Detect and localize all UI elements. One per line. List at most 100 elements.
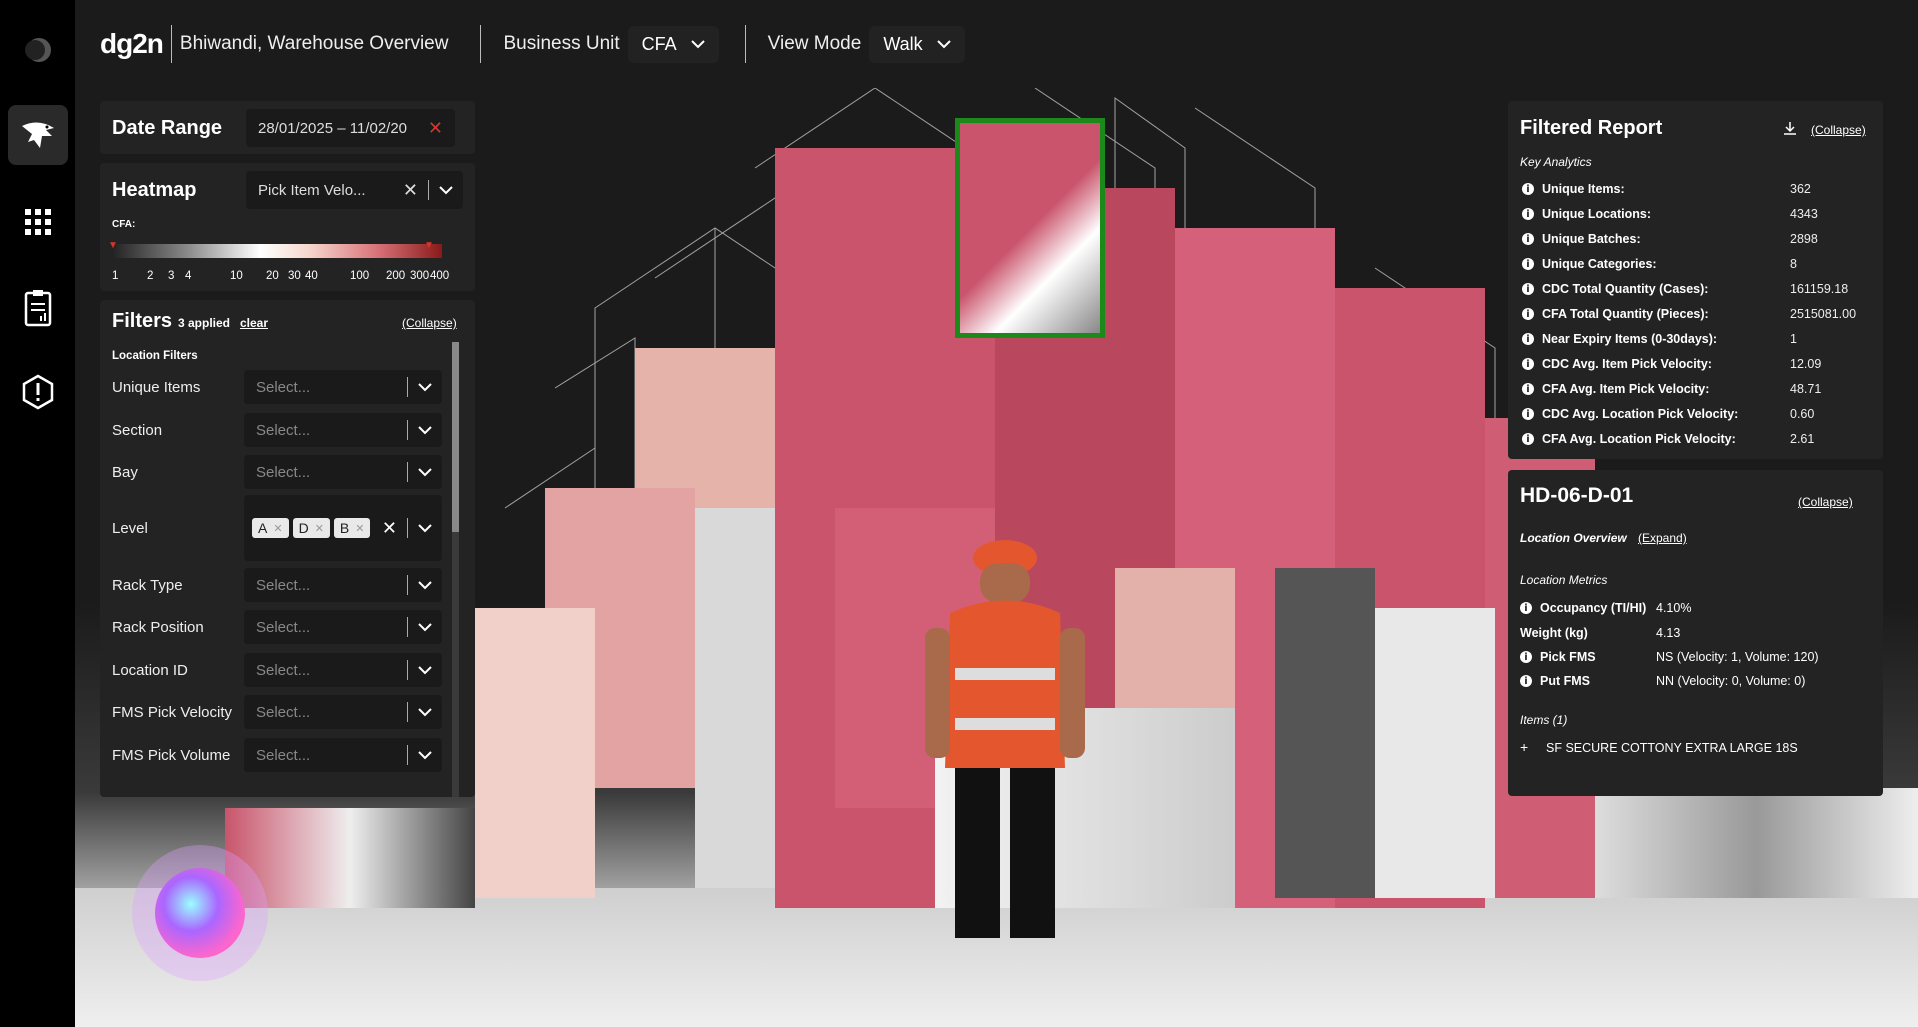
info-icon[interactable]: i — [1522, 408, 1534, 420]
chip-label: B — [339, 520, 350, 536]
report-row: i CFA Avg. Item Pick Velocity: — [1522, 382, 1709, 396]
info-icon[interactable]: i — [1522, 283, 1534, 295]
item-name[interactable]: SF SECURE COTTONY EXTRA LARGE 18S — [1546, 741, 1798, 755]
report-value: 161159.18 — [1790, 282, 1849, 296]
info-icon[interactable]: i — [1520, 675, 1532, 687]
report-row: i CDC Avg. Item Pick Velocity: — [1522, 357, 1712, 371]
level-chip[interactable]: A ✕ — [252, 518, 289, 538]
remove-chip-icon[interactable]: ✕ — [315, 522, 324, 535]
level-chip[interactable]: B ✕ — [333, 518, 371, 538]
info-icon[interactable]: i — [1522, 383, 1534, 395]
rack-block — [1595, 788, 1918, 898]
info-icon[interactable]: i — [1522, 358, 1534, 370]
expand-overview-link[interactable]: (Expand) — [1638, 531, 1687, 545]
tick-label: 30 — [288, 270, 301, 282]
unique-items-select[interactable]: Select... — [244, 370, 442, 404]
report-value: 0.60 — [1790, 407, 1815, 421]
report-row: i Unique Locations: — [1522, 207, 1651, 221]
info-icon[interactable]: i — [1522, 233, 1534, 245]
collapse-report-link[interactable]: (Collapse) — [1811, 123, 1866, 137]
chevron-down-icon — [418, 425, 432, 434]
app-logo-icon[interactable] — [8, 20, 68, 80]
clear-heatmap-icon[interactable]: ✕ — [403, 180, 428, 201]
rack-type-select[interactable]: Select... — [244, 568, 442, 602]
report-row: i CDC Avg. Location Pick Velocity: — [1522, 407, 1738, 421]
filter-label-rack-position: Rack Position — [112, 619, 204, 636]
report-value: 8 — [1790, 257, 1797, 271]
info-icon[interactable]: i — [1522, 183, 1534, 195]
expand-item-icon[interactable]: + — [1520, 739, 1528, 755]
report-value: 48.71 — [1790, 382, 1822, 396]
navigation-orb[interactable] — [130, 843, 270, 983]
chevron-down-icon — [418, 622, 432, 631]
location-id-title: HD-06-D-01 — [1520, 484, 1634, 507]
selected-location-box[interactable] — [955, 118, 1105, 338]
alert-icon[interactable] — [8, 362, 68, 422]
view-mode-label: View Mode — [767, 33, 862, 54]
filters-scrollbar[interactable] — [452, 342, 459, 797]
weight-value: 4.13 — [1656, 626, 1681, 640]
filter-label-level: Level — [112, 520, 148, 537]
report-value: 2898 — [1790, 232, 1818, 246]
filter-label-fms-pick-volume: FMS Pick Volume — [112, 747, 231, 764]
collapse-filters-link[interactable]: (Collapse) — [402, 316, 457, 330]
info-icon[interactable]: i — [1522, 208, 1534, 220]
collapse-location-link[interactable]: (Collapse) — [1798, 495, 1853, 509]
legend-max-marker-icon: ▼ — [424, 240, 434, 251]
info-icon[interactable]: i — [1522, 433, 1534, 445]
info-icon[interactable]: i — [1520, 602, 1532, 614]
report-label: CDC Avg. Item Pick Velocity: — [1542, 357, 1712, 371]
clear-filters-link[interactable]: clear — [240, 316, 268, 330]
filter-label-unique-items: Unique Items — [112, 379, 201, 396]
info-icon[interactable]: i — [1522, 308, 1534, 320]
report-value: 12.09 — [1790, 357, 1822, 371]
heatmap-select[interactable]: Pick Item Velo... ✕ — [246, 171, 463, 209]
level-select[interactable]: A ✕ D ✕ B ✕ ✕ — [244, 495, 442, 561]
pick-fms-value: NS (Velocity: 1, Volume: 120) — [1656, 650, 1819, 664]
info-icon[interactable]: i — [1520, 651, 1532, 663]
level-chips: A ✕ D ✕ B ✕ — [244, 514, 382, 542]
tick-label: 10 — [230, 270, 243, 282]
divider — [428, 180, 429, 200]
download-icon[interactable] — [1783, 121, 1797, 135]
rack-position-select[interactable]: Select... — [244, 610, 442, 644]
filter-label-rack-type: Rack Type — [112, 577, 183, 594]
tick-label: 4 — [185, 270, 192, 282]
scrollbar-thumb[interactable] — [452, 342, 459, 532]
location-id-select[interactable]: Select... — [244, 653, 442, 687]
remove-chip-icon[interactable]: ✕ — [355, 522, 364, 535]
eagle-icon[interactable] — [8, 105, 68, 165]
pick-fms-row: i Pick FMS — [1520, 650, 1596, 664]
chevron-down-icon — [418, 707, 432, 716]
business-unit-select[interactable]: CFA — [627, 25, 719, 63]
metric-label: Occupancy (TI/HI) — [1540, 601, 1647, 615]
chevron-down-icon — [690, 39, 705, 48]
report-icon[interactable] — [8, 278, 68, 338]
info-icon[interactable]: i — [1522, 333, 1534, 345]
select-placeholder: Select... — [256, 378, 311, 396]
clear-date-icon[interactable]: ✕ — [428, 118, 455, 139]
legend-min-marker-icon: ▼ — [108, 240, 118, 251]
chevron-down-icon — [418, 750, 432, 759]
date-range-label: Date Range — [112, 117, 223, 139]
grid-icon[interactable] — [8, 192, 68, 252]
level-chip[interactable]: D ✕ — [292, 518, 330, 538]
fms-pick-volume-select[interactable]: Select... — [244, 738, 442, 772]
chevron-down-icon — [418, 523, 432, 532]
section-select[interactable]: Select... — [244, 413, 442, 447]
date-range-input[interactable]: 28/01/2025 – 11/02/20 ✕ — [246, 109, 455, 147]
filter-label-fms-pick-velocity: FMS Pick Velocity — [112, 704, 233, 721]
remove-chip-icon[interactable]: ✕ — [273, 522, 282, 535]
fms-pick-velocity-select[interactable]: Select... — [244, 695, 442, 729]
info-icon[interactable]: i — [1522, 258, 1534, 270]
chevron-down-icon[interactable] — [439, 185, 453, 195]
divider — [480, 25, 482, 63]
view-mode-select[interactable]: Walk — [869, 25, 965, 63]
tick-label: 100 — [350, 270, 370, 282]
clear-level-icon[interactable]: ✕ — [382, 518, 407, 539]
bay-select[interactable]: Select... — [244, 455, 442, 489]
tick-label: 300 — [410, 270, 430, 282]
topbar: dg2n Bhiwandi, Warehouse Overview Busine… — [75, 0, 1918, 88]
report-row: i Unique Categories: — [1522, 257, 1657, 271]
worker-avatar — [925, 540, 1085, 938]
